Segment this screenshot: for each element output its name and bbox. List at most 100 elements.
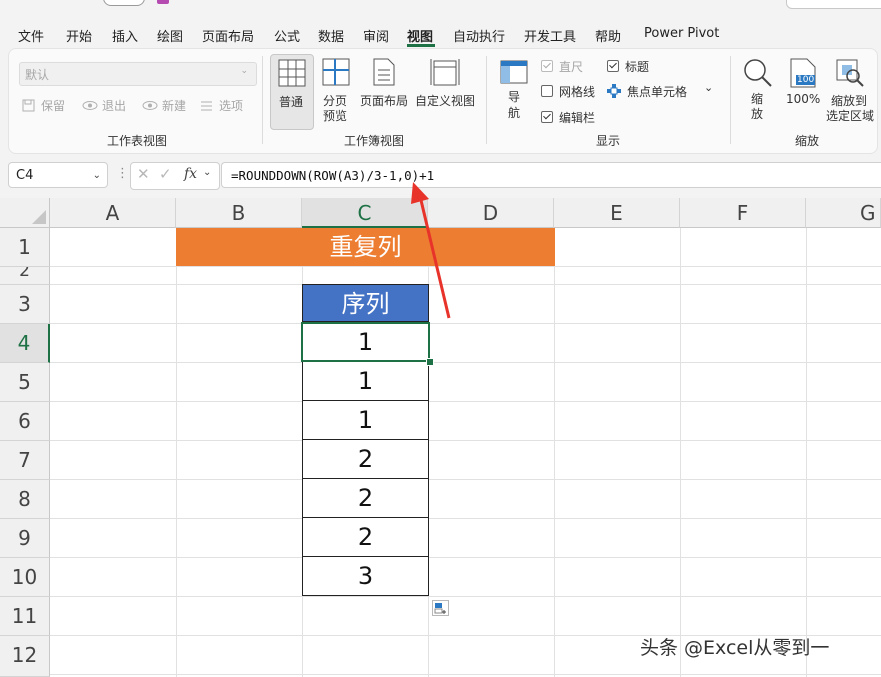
chevron-down-icon[interactable]: ⌄ xyxy=(704,81,713,94)
column-header-c[interactable]: C xyxy=(302,198,428,228)
navigation-label-1: 导 xyxy=(508,90,521,104)
ruler-label: 直尺 xyxy=(559,60,584,74)
banner-title-cell[interactable]: 重复列 xyxy=(176,228,555,266)
column-header-g[interactable]: G xyxy=(806,198,881,228)
group-separator xyxy=(730,56,731,144)
table-cell[interactable]: 1 xyxy=(302,361,429,401)
headings-checkbox[interactable] xyxy=(607,60,619,72)
normal-view-button[interactable]: 普通 xyxy=(270,54,314,130)
tab-page-layout[interactable]: 页面布局 xyxy=(202,26,254,45)
row-header-10[interactable]: 10 xyxy=(0,558,50,597)
fill-handle[interactable] xyxy=(426,358,434,366)
page-layout-icon xyxy=(373,58,395,86)
headings-label: 标题 xyxy=(625,60,650,74)
search-box[interactable] xyxy=(786,0,881,9)
column-header-b[interactable]: B xyxy=(176,198,302,228)
paste-options-icon[interactable] xyxy=(432,600,449,616)
watermark-text: 头条 @Excel从零到一 xyxy=(640,637,830,659)
formula-bar-label: 编辑栏 xyxy=(559,111,596,125)
row-header-5[interactable]: 5 xyxy=(0,363,50,402)
row-header-12[interactable]: 12 xyxy=(0,636,50,677)
row-header-3[interactable]: 3 xyxy=(0,285,50,324)
name-box[interactable]: C4 ⌄ xyxy=(8,162,108,188)
row-header-2[interactable]: 2 xyxy=(0,267,50,285)
chevron-down-icon[interactable]: ⌄ xyxy=(93,163,101,189)
options-label: 选项 xyxy=(219,99,244,113)
worksheet-grid[interactable]: A B C D E F G 1 2 3 4 5 6 7 8 9 10 11 12… xyxy=(0,198,881,677)
select-all-button[interactable] xyxy=(0,198,50,228)
formula-actions: ✕ ✓ fx ⌄ xyxy=(130,162,220,190)
keep-button[interactable]: 保留 xyxy=(22,96,72,114)
row-header-6[interactable]: 6 xyxy=(0,402,50,441)
sheet-view-dropdown[interactable]: 默认 ⌄ xyxy=(19,62,257,86)
toggle-control[interactable] xyxy=(103,0,145,6)
zoom-100-label: 100% xyxy=(786,92,821,106)
name-box-value: C4 xyxy=(16,168,34,183)
new-view-label: 新建 xyxy=(162,99,187,113)
chevron-down-icon: ⌄ xyxy=(240,66,248,76)
focus-cell-icon xyxy=(607,84,621,98)
custom-view-button[interactable]: 自定义视图 xyxy=(414,54,476,128)
page-break-icon xyxy=(322,58,350,86)
workbook-view-group-label: 工作簿视图 xyxy=(344,134,405,148)
enter-check-icon[interactable]: ✓ xyxy=(159,165,172,183)
gridlines-label: 网格线 xyxy=(559,85,596,99)
formula-bar: C4 ⌄ ⋮ ✕ ✓ fx ⌄ =ROUNDDOWN(ROW(A3)/3-1,0… xyxy=(0,154,881,198)
gridlines-checkbox[interactable] xyxy=(541,85,553,97)
table-cell[interactable]: 2 xyxy=(302,478,429,518)
formula-bar-checkbox[interactable] xyxy=(541,111,553,123)
zoom-100-button[interactable]: 100 100% xyxy=(784,56,822,130)
zoom-button[interactable]: 缩 放 xyxy=(740,56,776,130)
page-break-preview-button[interactable]: 分页 预览 xyxy=(318,54,354,128)
exit-label: 退出 xyxy=(102,99,127,113)
column-header-f[interactable]: F xyxy=(680,198,806,228)
insert-function-icon[interactable]: fx xyxy=(184,166,197,182)
tab-formulas[interactable]: 公式 xyxy=(274,26,300,45)
row-header-7[interactable]: 7 xyxy=(0,441,50,480)
focus-cell-button[interactable]: 焦点单元格 ⌄ xyxy=(607,81,717,101)
keep-label: 保留 xyxy=(41,99,66,113)
column-header-d[interactable]: D xyxy=(428,198,554,228)
row-header-9[interactable]: 9 xyxy=(0,519,50,558)
normal-view-label: 普通 xyxy=(279,95,304,109)
new-view-button[interactable]: 新建 xyxy=(142,96,192,114)
tab-help[interactable]: 帮助 xyxy=(595,26,621,45)
ribbon: 默认 ⌄ 保留 退出 新建 选项 工作表视图 普通 分页 预览 页面布局 自定义… xyxy=(0,48,881,154)
tab-home[interactable]: 开始 xyxy=(66,26,92,45)
tab-draw[interactable]: 绘图 xyxy=(157,26,183,45)
title-bar xyxy=(0,0,881,18)
tab-developer[interactable]: 开发工具 xyxy=(524,26,576,45)
formula-input[interactable]: =ROUNDDOWN(ROW(A3)/3-1,0)+1 xyxy=(221,162,881,188)
column-header-a[interactable]: A xyxy=(50,198,176,228)
page-layout-button[interactable]: 页面布局 xyxy=(358,54,410,128)
tab-power-pivot[interactable]: Power Pivot xyxy=(644,26,719,41)
tab-file[interactable]: 文件 xyxy=(18,26,44,45)
navigation-label-2: 航 xyxy=(508,106,521,120)
table-cell[interactable]: 2 xyxy=(302,517,429,557)
row-header-1[interactable]: 1 xyxy=(0,228,50,267)
navigation-button[interactable]: 导 航 xyxy=(496,58,532,132)
tab-automate[interactable]: 自动执行 xyxy=(453,26,505,45)
group-separator xyxy=(262,56,263,144)
row-header-8[interactable]: 8 xyxy=(0,480,50,519)
formula-bar-grip[interactable]: ⋮ xyxy=(116,166,129,181)
row-header-11[interactable]: 11 xyxy=(0,597,50,636)
table-cell[interactable]: 1 xyxy=(302,400,429,440)
ruler-checkbox[interactable] xyxy=(541,60,553,72)
options-button[interactable]: 选项 xyxy=(200,96,250,114)
cancel-icon[interactable]: ✕ xyxy=(137,165,150,183)
table-cell[interactable]: 2 xyxy=(302,439,429,479)
table-cell[interactable]: 3 xyxy=(302,556,429,596)
column-header-e[interactable]: E xyxy=(554,198,680,228)
app-icon xyxy=(157,0,169,4)
sheet-view-group-label: 工作表视图 xyxy=(107,134,168,148)
tab-review[interactable]: 审阅 xyxy=(363,26,389,45)
tab-data[interactable]: 数据 xyxy=(318,26,344,45)
table-header-cell[interactable]: 序列 xyxy=(302,284,429,322)
tab-insert[interactable]: 插入 xyxy=(112,26,138,45)
zoom-to-selection-button[interactable]: 缩放到 选定区域 xyxy=(826,56,876,130)
chevron-down-icon[interactable]: ⌄ xyxy=(203,167,211,178)
exit-button[interactable]: 退出 xyxy=(82,96,132,114)
tab-view[interactable]: 视图 xyxy=(407,26,433,45)
row-header-4[interactable]: 4 xyxy=(0,324,50,363)
